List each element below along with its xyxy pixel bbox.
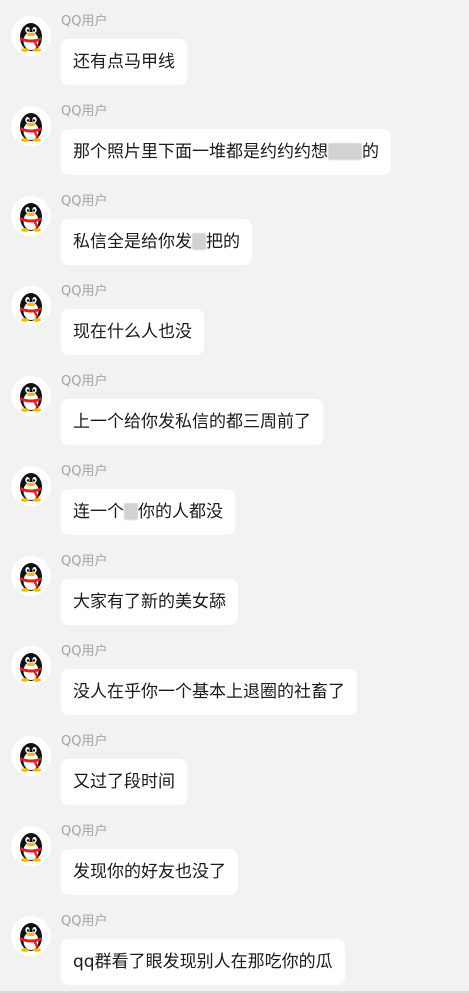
message-8: QQ用户 没人在乎你一个基本上退圈的社畜了 <box>0 632 469 722</box>
sender-name: QQ用户 <box>61 374 108 389</box>
message-text: 你的人都没 <box>138 502 223 522</box>
message-9: QQ用户 又过了段时间 <box>0 722 469 812</box>
message-5: QQ用户 上一个给你发私信的都三周前了 <box>0 362 469 452</box>
sender-name: QQ用户 <box>61 284 108 299</box>
message-text: 发现你的好友也没了 <box>73 862 226 882</box>
sender-name: QQ用户 <box>61 914 108 929</box>
message-4: QQ用户 现在什么人也没 <box>0 272 469 362</box>
qq-penguin-avatar[interactable] <box>11 376 51 416</box>
sender-name: QQ用户 <box>61 734 108 749</box>
message-bubble[interactable]: 那个照片里下面一堆都是约约约想 的 <box>61 129 391 175</box>
qq-penguin-avatar[interactable] <box>11 16 51 56</box>
message-text: 把的 <box>206 232 240 252</box>
sender-name: QQ用户 <box>61 14 108 29</box>
sender-name: QQ用户 <box>61 464 108 479</box>
qq-penguin-avatar[interactable] <box>11 826 51 866</box>
redacted-text <box>192 233 206 250</box>
qq-penguin-avatar[interactable] <box>11 736 51 776</box>
qq-penguin-avatar[interactable] <box>11 196 51 236</box>
message-text: 的 <box>362 142 379 162</box>
message-bubble[interactable]: 又过了段时间 <box>61 759 187 805</box>
message-bubble[interactable]: 大家有了新的美女舔 <box>61 579 238 625</box>
message-3: QQ用户 私信全是给你发 把的 <box>0 182 469 272</box>
message-10: QQ用户 发现你的好友也没了 <box>0 812 469 902</box>
qq-penguin-avatar[interactable] <box>11 466 51 506</box>
message-bubble[interactable]: 连一个 你的人都没 <box>61 489 235 535</box>
qq-penguin-avatar[interactable] <box>11 556 51 596</box>
message-bubble[interactable]: 没人在乎你一个基本上退圈的社畜了 <box>61 669 357 715</box>
qq-penguin-avatar[interactable] <box>11 916 51 956</box>
redacted-text <box>124 503 138 520</box>
message-text: 那个照片里下面一堆都是约约约想 <box>73 142 328 162</box>
message-bubble[interactable]: 现在什么人也没 <box>61 309 204 355</box>
message-6: QQ用户 连一个 你的人都没 <box>0 452 469 542</box>
message-bubble[interactable]: 私信全是给你发 把的 <box>61 219 252 265</box>
qq-penguin-avatar[interactable] <box>11 106 51 146</box>
message-text: 私信全是给你发 <box>73 232 192 252</box>
qq-penguin-avatar[interactable] <box>11 646 51 686</box>
message-text: 连一个 <box>73 502 124 522</box>
message-1: QQ用户 还有点马甲线 <box>0 2 469 92</box>
message-text: 又过了段时间 <box>73 772 175 792</box>
message-text: 没人在乎你一个基本上退圈的社畜了 <box>73 682 345 702</box>
qq-penguin-avatar[interactable] <box>11 286 51 326</box>
message-text: 现在什么人也没 <box>73 322 192 342</box>
sender-name: QQ用户 <box>61 644 108 659</box>
chat-message-list[interactable]: QQ用户 还有点马甲线 QQ用户 那个照片里下面一堆都是约约约想 的 QQ用户 私… <box>0 0 469 993</box>
message-text: 大家有了新的美女舔 <box>73 592 226 612</box>
message-text: qq群看了眼发现别人在那吃你的瓜 <box>73 952 333 972</box>
sender-name: QQ用户 <box>61 554 108 569</box>
sender-name: QQ用户 <box>61 824 108 839</box>
sender-name: QQ用户 <box>61 194 108 209</box>
redacted-text <box>328 143 362 160</box>
message-bubble[interactable]: 发现你的好友也没了 <box>61 849 238 895</box>
message-bubble[interactable]: 上一个给你发私信的都三周前了 <box>61 399 323 445</box>
message-2: QQ用户 那个照片里下面一堆都是约约约想 的 <box>0 92 469 182</box>
message-bubble[interactable]: qq群看了眼发现别人在那吃你的瓜 <box>61 939 345 985</box>
message-11: QQ用户 qq群看了眼发现别人在那吃你的瓜 <box>0 902 469 992</box>
message-7: QQ用户 大家有了新的美女舔 <box>0 542 469 632</box>
message-bubble[interactable]: 还有点马甲线 <box>61 39 187 85</box>
sender-name: QQ用户 <box>61 104 108 119</box>
message-text: 上一个给你发私信的都三周前了 <box>73 412 311 432</box>
message-text: 还有点马甲线 <box>73 52 175 72</box>
